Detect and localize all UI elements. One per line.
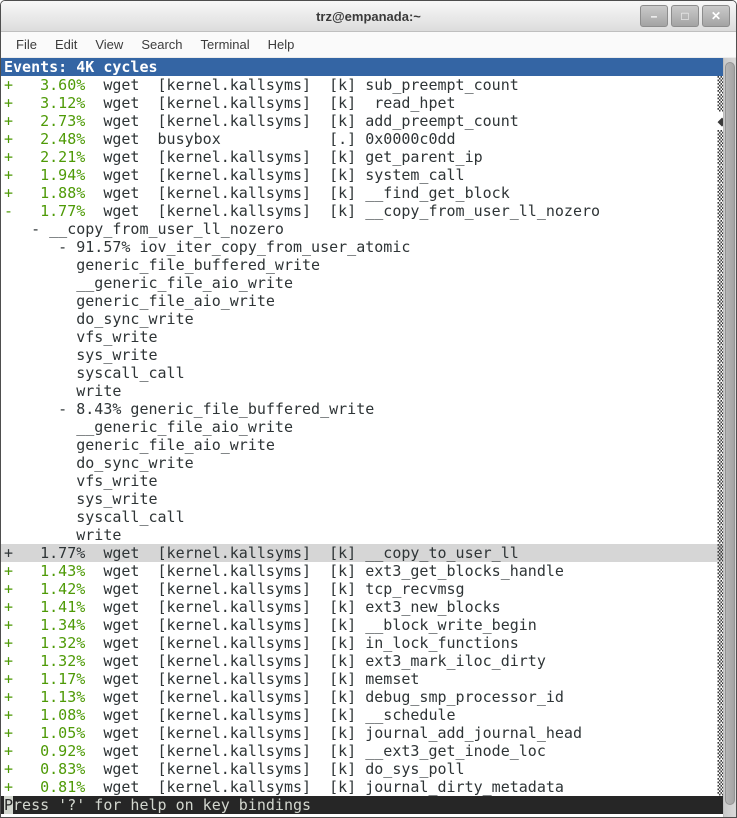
perf-entry-row[interactable]: - 1.77% wget [kernel.kallsyms] [k] __cop… — [1, 202, 724, 220]
callchain-row[interactable]: do_sync_write ▒ — [1, 454, 724, 472]
callchain-row[interactable]: write ▒ — [1, 382, 724, 400]
title-bar[interactable]: trz@empanada:~ – □ ✕ — [1, 1, 736, 32]
menu-help[interactable]: Help — [259, 33, 304, 56]
menu-edit[interactable]: Edit — [46, 33, 86, 56]
perf-entry-row[interactable]: + 1.88% wget [kernel.kallsyms] [k] __fin… — [1, 184, 724, 202]
perf-entry-row[interactable]: + 0.92% wget [kernel.kallsyms] [k] __ext… — [1, 742, 724, 760]
terminal-window: trz@empanada:~ – □ ✕ File Edit View Sear… — [0, 0, 737, 818]
maximize-icon[interactable]: □ — [671, 5, 699, 27]
perf-entry-row[interactable]: + 1.13% wget [kernel.kallsyms] [k] debug… — [1, 688, 724, 706]
perf-entry-row[interactable]: + 1.42% wget [kernel.kallsyms] [k] tcp_r… — [1, 580, 724, 598]
perf-events-header: Events: 4K cycles — [1, 58, 724, 76]
menu-view[interactable]: View — [86, 33, 132, 56]
window-controls: – □ ✕ — [640, 5, 730, 27]
terminal-cursor: P — [4, 796, 13, 814]
callchain-row[interactable]: - __copy_from_user_ll_nozero ▒ — [1, 220, 724, 238]
perf-entry-row[interactable]: + 1.94% wget [kernel.kallsyms] [k] syste… — [1, 166, 724, 184]
perf-entry-row[interactable]: + 2.73% wget [kernel.kallsyms] [k] add_p… — [1, 112, 724, 130]
perf-entry-row[interactable]: + 3.60% wget [kernel.kallsyms] [k] sub_p… — [1, 76, 724, 94]
scrollbar[interactable] — [723, 58, 736, 817]
close-icon[interactable]: ✕ — [702, 5, 730, 27]
callchain-row[interactable]: sys_write ▒ — [1, 346, 724, 364]
callchain-row[interactable]: generic_file_aio_write ▒ — [1, 436, 724, 454]
callchain-row[interactable]: sys_write ▒ — [1, 490, 724, 508]
perf-entry-row[interactable]: + 1.17% wget [kernel.kallsyms] [k] memse… — [1, 670, 724, 688]
callchain-row[interactable]: syscall_call ▒ — [1, 364, 724, 382]
menu-search[interactable]: Search — [132, 33, 191, 56]
perf-entry-row[interactable]: + 1.77% wget [kernel.kallsyms] [k] __cop… — [1, 544, 724, 562]
terminal-screen[interactable]: Events: 4K cycles + 3.60% wget [kernel.k… — [1, 58, 736, 817]
perf-entry-row[interactable]: + 2.21% wget [kernel.kallsyms] [k] get_p… — [1, 148, 724, 166]
perf-entry-row[interactable]: + 0.83% wget [kernel.kallsyms] [k] do_sy… — [1, 760, 724, 778]
perf-entry-row[interactable]: + 3.12% wget [kernel.kallsyms] [k] read_… — [1, 94, 724, 112]
perf-entry-row[interactable]: + 1.32% wget [kernel.kallsyms] [k] in_lo… — [1, 634, 724, 652]
perf-entry-row[interactable]: + 0.81% wget [kernel.kallsyms] [k] journ… — [1, 778, 724, 796]
callchain-row[interactable]: __generic_file_aio_write ▒ — [1, 274, 724, 292]
callchain-row[interactable]: __generic_file_aio_write ▒ — [1, 418, 724, 436]
menu-terminal[interactable]: Terminal — [192, 33, 259, 56]
callchain-row[interactable]: generic_file_aio_write ▒ — [1, 292, 724, 310]
scrollbar-thumb[interactable] — [725, 62, 735, 805]
menu-bar: File Edit View Search Terminal Help — [1, 32, 736, 58]
callchain-row[interactable]: syscall_call ▒ — [1, 508, 724, 526]
status-bar: Press '?' for help on key bindings — [1, 796, 724, 814]
minimize-icon[interactable]: – — [640, 5, 668, 27]
callchain-row[interactable]: - 91.57% iov_iter_copy_from_user_atomic … — [1, 238, 724, 256]
window-title: trz@empanada:~ — [316, 9, 421, 24]
perf-entry-row[interactable]: + 1.41% wget [kernel.kallsyms] [k] ext3_… — [1, 598, 724, 616]
perf-entry-row[interactable]: + 1.32% wget [kernel.kallsyms] [k] ext3_… — [1, 652, 724, 670]
callchain-row[interactable]: write ▒ — [1, 526, 724, 544]
callchain-row[interactable]: - 8.43% generic_file_buffered_write ▒ — [1, 400, 724, 418]
menu-file[interactable]: File — [7, 33, 46, 56]
callchain-row[interactable]: do_sync_write ▒ — [1, 310, 724, 328]
callchain-row[interactable]: vfs_write ▒ — [1, 472, 724, 490]
perf-entry-row[interactable]: + 1.34% wget [kernel.kallsyms] [k] __blo… — [1, 616, 724, 634]
callchain-row[interactable]: generic_file_buffered_write ▒ — [1, 256, 724, 274]
perf-entry-row[interactable]: + 2.48% wget busybox [.] 0x0000c0dd ▒ — [1, 130, 724, 148]
perf-entry-row[interactable]: + 1.05% wget [kernel.kallsyms] [k] journ… — [1, 724, 724, 742]
perf-entry-row[interactable]: + 1.43% wget [kernel.kallsyms] [k] ext3_… — [1, 562, 724, 580]
terminal-rows: Events: 4K cycles + 3.60% wget [kernel.k… — [1, 58, 736, 814]
callchain-row[interactable]: vfs_write ▒ — [1, 328, 724, 346]
perf-entry-row[interactable]: + 1.08% wget [kernel.kallsyms] [k] __sch… — [1, 706, 724, 724]
